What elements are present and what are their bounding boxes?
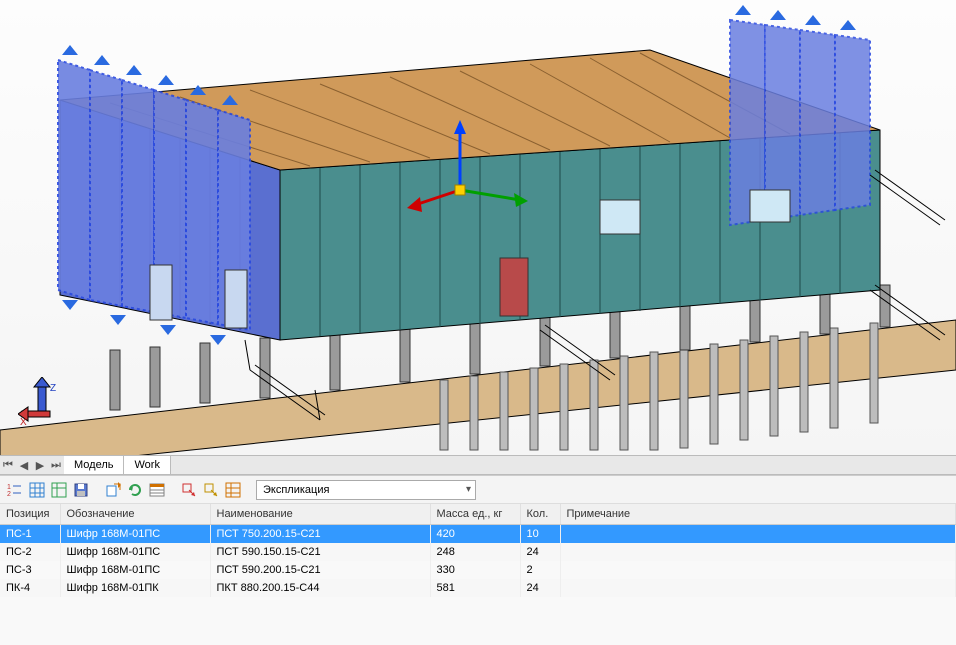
col-header-mass[interactable]: Масса ед., кг: [430, 504, 520, 525]
tab-nav-prev[interactable]: ◀: [16, 456, 32, 474]
cell-des[interactable]: Шифр 168М-01ПС: [60, 543, 210, 561]
cell-note[interactable]: [560, 561, 956, 579]
tab-model[interactable]: Модель: [64, 456, 124, 474]
svg-text:X: X: [20, 417, 27, 425]
cell-des[interactable]: Шифр 168М-01ПС: [60, 561, 210, 579]
col-header-note[interactable]: Примечание: [560, 504, 956, 525]
col-header-qty[interactable]: Кол.: [520, 504, 560, 525]
cell-qty[interactable]: 24: [520, 579, 560, 597]
grid-header-row: Позиция Обозначение Наименование Масса е…: [0, 504, 956, 525]
tool-grid-green-icon[interactable]: [50, 481, 68, 499]
tool-numbering-icon[interactable]: 12: [6, 481, 24, 499]
cell-name[interactable]: ПСТ 590.200.15-С21: [210, 561, 430, 579]
cell-name[interactable]: ПКТ 880.200.15-С44: [210, 579, 430, 597]
cell-qty[interactable]: 24: [520, 543, 560, 561]
model-drawing: [0, 0, 956, 455]
svg-text:2: 2: [7, 491, 11, 498]
cell-note[interactable]: [560, 525, 956, 544]
chevron-down-icon: ▾: [466, 484, 471, 495]
tab-nav-next[interactable]: ▶: [32, 456, 48, 474]
model-viewport[interactable]: Z X: [0, 0, 956, 455]
cell-name[interactable]: ПСТ 750.200.15-С21: [210, 525, 430, 544]
tab-nav-first[interactable]: ⏮: [0, 456, 16, 474]
tool-refresh-icon[interactable]: [126, 481, 144, 499]
tool-select-red-icon[interactable]: [180, 481, 198, 499]
cell-note[interactable]: [560, 579, 956, 597]
col-header-pos[interactable]: Позиция: [0, 504, 60, 525]
cell-pos[interactable]: ПК-4: [0, 579, 60, 597]
cell-qty[interactable]: 10: [520, 525, 560, 544]
cell-name[interactable]: ПСТ 590.150.15-С21: [210, 543, 430, 561]
table-row[interactable]: ПС-2Шифр 168М-01ПСПСТ 590.150.15-С212482…: [0, 543, 956, 561]
cell-des[interactable]: Шифр 168М-01ПК: [60, 579, 210, 597]
cell-pos[interactable]: ПС-3: [0, 561, 60, 579]
table-row[interactable]: ПС-1Шифр 168М-01ПСПСТ 750.200.15-С214201…: [0, 525, 956, 544]
spec-grid[interactable]: Позиция Обозначение Наименование Масса е…: [0, 504, 956, 645]
cell-des[interactable]: Шифр 168М-01ПС: [60, 525, 210, 544]
spec-type-dropdown[interactable]: Экспликация ▾: [256, 480, 476, 500]
tool-grid-orange-icon[interactable]: [224, 481, 242, 499]
cell-note[interactable]: [560, 543, 956, 561]
tool-grid-blue-icon[interactable]: [28, 481, 46, 499]
col-header-des[interactable]: Обозначение: [60, 504, 210, 525]
layout-tab-strip: ⏮ ◀ ▶ ⏭ Модель Work: [0, 455, 956, 475]
tool-export-icon[interactable]: [104, 481, 122, 499]
specification-panel: 12 Экспликация: [0, 475, 956, 645]
cell-qty[interactable]: 2: [520, 561, 560, 579]
cell-mass[interactable]: 330: [430, 561, 520, 579]
tab-work[interactable]: Work: [124, 456, 170, 474]
ucs-icon: Z X: [18, 377, 66, 425]
tool-table-icon[interactable]: [148, 481, 166, 499]
cell-mass[interactable]: 420: [430, 525, 520, 544]
svg-text:1: 1: [7, 484, 11, 491]
spec-toolbar: 12 Экспликация: [0, 476, 956, 504]
tool-save-icon[interactable]: [72, 481, 90, 499]
cell-pos[interactable]: ПС-2: [0, 543, 60, 561]
dropdown-value: Экспликация: [263, 484, 329, 496]
cell-mass[interactable]: 248: [430, 543, 520, 561]
col-header-name[interactable]: Наименование: [210, 504, 430, 525]
table-row[interactable]: ПК-4Шифр 168М-01ПКПКТ 880.200.15-С445812…: [0, 579, 956, 597]
cell-pos[interactable]: ПС-1: [0, 525, 60, 544]
tab-nav-last[interactable]: ⏭: [48, 456, 64, 474]
cell-mass[interactable]: 581: [430, 579, 520, 597]
svg-text:Z: Z: [50, 383, 56, 394]
table-row[interactable]: ПС-3Шифр 168М-01ПСПСТ 590.200.15-С213302: [0, 561, 956, 579]
tool-select-gold-icon[interactable]: [202, 481, 220, 499]
